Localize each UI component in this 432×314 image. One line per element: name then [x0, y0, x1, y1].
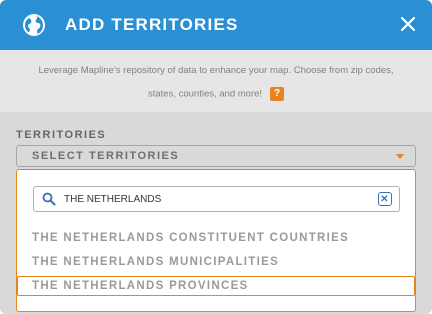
description-text-2-content: states, counties, and more! — [147, 88, 263, 100]
dialog-title: ADD TERRITORIES — [65, 15, 239, 34]
territories-label: TERRITORIES — [16, 129, 107, 141]
dialog-header: ADD TERRITORIES — [0, 0, 432, 50]
caret-down-icon — [396, 154, 404, 159]
close-icon[interactable] — [398, 14, 418, 34]
description-text-2: states, counties, and more!? — [0, 87, 432, 101]
add-territories-dialog: ADD TERRITORIES Leverage Mapline's repos… — [0, 0, 432, 314]
search-icon — [42, 192, 56, 206]
option-provinces[interactable]: THE NETHERLANDS PROVINCES — [17, 276, 415, 296]
option-municipalities[interactable]: THE NETHERLANDS MUNICIPALITIES — [17, 252, 415, 272]
description-area: Leverage Mapline's repository of data to… — [0, 50, 432, 112]
option-constituent-countries[interactable]: THE NETHERLANDS CONSTITUENT COUNTRIES — [17, 228, 415, 248]
territories-select[interactable]: SELECT TERRITORIES — [16, 145, 416, 167]
select-placeholder: SELECT TERRITORIES — [32, 150, 180, 162]
territories-dropdown: THE NETHERLANDS CONSTITUENT COUNTRIES TH… — [16, 169, 416, 312]
globe-icon — [23, 14, 45, 36]
search-input[interactable] — [64, 190, 364, 208]
search-field[interactable] — [33, 186, 400, 212]
description-text: Leverage Mapline's repository of data to… — [38, 65, 394, 76]
help-icon[interactable]: ? — [270, 87, 285, 101]
clear-x-icon[interactable] — [378, 192, 392, 206]
